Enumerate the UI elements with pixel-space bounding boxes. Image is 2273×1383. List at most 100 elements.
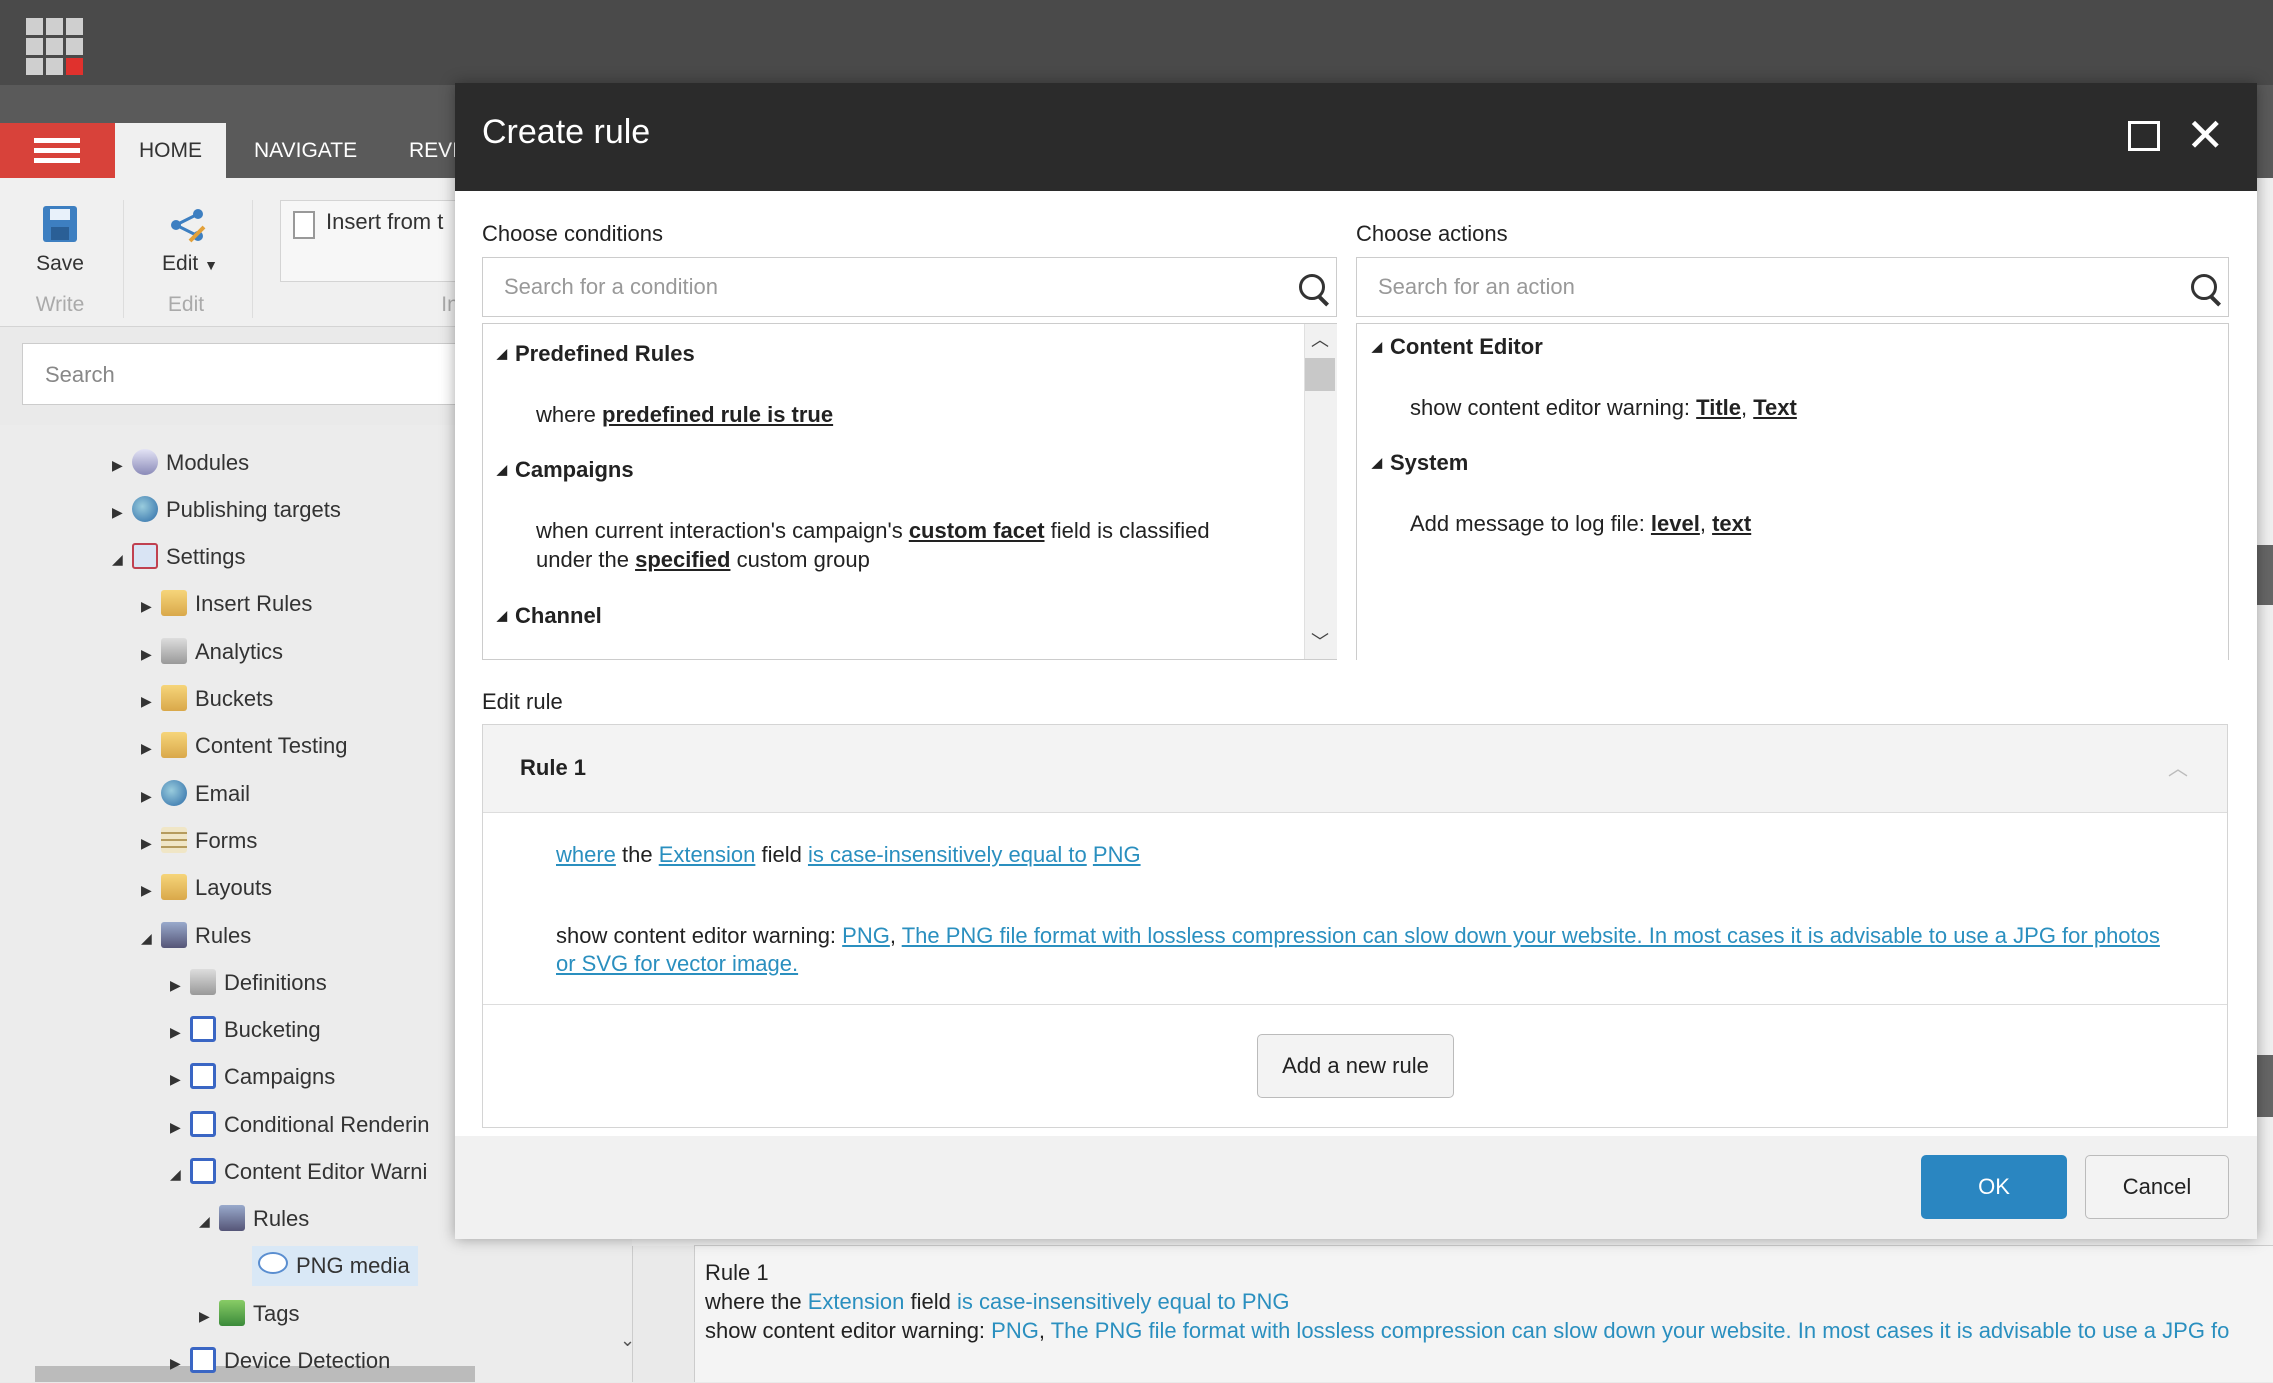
preview-link[interactable]: Extension (808, 1289, 905, 1314)
expand-icon[interactable]: ▶ (170, 1343, 190, 1383)
condition-item[interactable]: when current interaction's campaign's cu… (536, 516, 1210, 574)
tree-node-email[interactable]: ▶ Email (141, 774, 250, 814)
edit-icon[interactable] (168, 205, 208, 245)
condition-search-input[interactable]: Search for a condition (482, 257, 1337, 317)
save-button[interactable]: Save (20, 252, 100, 276)
tree-node-publishing-targets[interactable]: ▶ Publishing targets (112, 490, 341, 530)
rule-link[interactable]: PNG (1093, 842, 1141, 867)
tree-node-content-testing[interactable]: ▶ Content Testing (141, 726, 347, 766)
menu-icon[interactable] (0, 123, 115, 178)
expand-icon[interactable]: ▶ (141, 634, 161, 674)
tree-node-device-detection[interactable]: ▶ Device Detection (170, 1341, 390, 1381)
item-link[interactable]: level (1651, 511, 1700, 536)
search-icon[interactable] (2191, 274, 2217, 300)
tree-node-analytics[interactable]: ▶ Analytics (141, 632, 283, 672)
collapse-icon[interactable]: ◢ (170, 1154, 190, 1194)
preview-link[interactable]: PNG (991, 1318, 1039, 1343)
group-label: System (1390, 450, 1469, 475)
rule-link[interactable]: is case-insensitively equal to (808, 842, 1087, 867)
collapse-icon[interactable]: ◢ (112, 539, 132, 579)
condition-item[interactable]: where predefined rule is true (536, 400, 833, 429)
action-search-input[interactable]: Search for an action (1356, 257, 2229, 317)
expand-icon[interactable]: ▶ (141, 776, 161, 816)
action-item[interactable]: Add message to log file: level, text (1410, 509, 1751, 538)
tree-node-bucketing[interactable]: ▶ Bucketing (170, 1010, 321, 1050)
expand-icon[interactable]: ▶ (170, 965, 190, 1005)
expand-icon[interactable]: ▶ (141, 728, 161, 768)
expand-icon[interactable]: ▶ (170, 1107, 190, 1147)
item-text: where (536, 402, 603, 427)
add-rule-button[interactable]: Add a new rule (1257, 1034, 1454, 1098)
rule-link[interactable]: PNG (842, 923, 890, 948)
item-link[interactable]: predefined rule is true (602, 402, 833, 427)
rules-icon (161, 922, 187, 948)
tree-node-buckets[interactable]: ▶ Buckets (141, 679, 273, 719)
collapse-icon[interactable]: ◢ (199, 1201, 219, 1241)
scroll-down-icon[interactable]: ﹀ (1311, 628, 1329, 654)
item-link[interactable]: Text (1753, 395, 1797, 420)
rule-link[interactable]: The PNG file format with lossless compre… (902, 923, 2160, 948)
rule-link[interactable]: Extension (659, 842, 756, 867)
scroll-up-icon[interactable]: ︿ (1311, 326, 1329, 352)
tree-node-conditional-rendering[interactable]: ▶ Conditional Renderin (170, 1105, 429, 1145)
expand-icon[interactable]: ▶ (141, 681, 161, 721)
tree-node-definitions[interactable]: ▶ Definitions (170, 963, 327, 1003)
expand-icon[interactable]: ▶ (170, 1059, 190, 1099)
preview-link[interactable]: The PNG file format with lossless compre… (1051, 1318, 2230, 1343)
expand-icon[interactable]: ▶ (170, 1012, 190, 1052)
collapse-icon[interactable]: ◢ (141, 918, 161, 958)
expand-icon[interactable]: ▶ (199, 1296, 219, 1336)
tree-node-forms[interactable]: ▶ Forms (141, 821, 257, 861)
item-link[interactable]: text (1712, 511, 1751, 536)
action-group[interactable]: ◢ System (1372, 450, 1468, 476)
search-icon[interactable] (1299, 274, 1325, 300)
save-icon[interactable] (42, 205, 78, 243)
action-group[interactable]: ◢ Content Editor (1372, 334, 1543, 360)
insert-from-template-button[interactable]: Insert from t (280, 200, 482, 282)
edit-button[interactable]: Edit ▼ (150, 252, 230, 276)
rule-link[interactable]: or SVG for vector image. (556, 951, 798, 976)
scroll-down-icon[interactable]: ⌄ (620, 1330, 635, 1351)
preview-text: where the (705, 1289, 808, 1314)
maximize-icon[interactable] (2128, 121, 2160, 151)
tree-node-rules[interactable]: ◢ Rules (141, 916, 251, 956)
tab-navigate[interactable]: NAVIGATE (230, 123, 381, 178)
cancel-button[interactable]: Cancel (2085, 1155, 2229, 1219)
folder-icon (161, 874, 187, 900)
condition-group[interactable]: ◢ Predefined Rules (497, 341, 695, 367)
rule-link[interactable]: where (556, 842, 616, 867)
tree-search-input[interactable]: Search (22, 343, 462, 405)
expand-icon[interactable]: ▶ (112, 492, 132, 532)
scroll-thumb[interactable] (2257, 545, 2273, 605)
tree-node-modules[interactable]: ▶ Modules (112, 443, 249, 483)
collapse-icon: ◢ (1372, 339, 1382, 354)
app-grid-icon[interactable] (26, 18, 86, 78)
rule-header[interactable] (483, 725, 2227, 813)
ok-button[interactable]: OK (1921, 1155, 2067, 1219)
tree-node-layouts[interactable]: ▶ Layouts (141, 868, 272, 908)
tree-node-content-editor-warnings[interactable]: ◢ Content Editor Warni (170, 1152, 427, 1192)
tree-node-insert-rules[interactable]: ▶ Insert Rules (141, 584, 312, 624)
condition-group[interactable]: ◢ Channel (497, 603, 602, 629)
action-item[interactable]: show content editor warning: Title, Text (1410, 393, 1797, 422)
preview-text: field (904, 1289, 957, 1314)
tree-node-rules-child[interactable]: ◢ Rules (199, 1199, 309, 1239)
item-link[interactable]: Title (1696, 395, 1741, 420)
condition-group[interactable]: ◢ Campaigns (497, 457, 634, 483)
item-link[interactable]: custom facet (909, 518, 1045, 543)
tab-home[interactable]: HOME (115, 123, 226, 178)
tree-node-settings[interactable]: ◢ Settings (112, 537, 246, 577)
tree-node-png-media[interactable]: PNG media (252, 1246, 418, 1286)
close-icon[interactable]: ✕ (2186, 112, 2225, 158)
expand-icon[interactable]: ▶ (112, 445, 132, 485)
expand-icon[interactable]: ▶ (141, 586, 161, 626)
item-link[interactable]: specified (635, 547, 730, 572)
scroll-thumb[interactable] (2257, 1055, 2273, 1117)
preview-link[interactable]: is case-insensitively equal to PNG (957, 1289, 1290, 1314)
scroll-thumb[interactable] (1305, 358, 1335, 391)
expand-icon[interactable]: ▶ (141, 823, 161, 863)
tree-node-tags[interactable]: ▶ Tags (199, 1294, 299, 1334)
expand-icon[interactable]: ▶ (141, 870, 161, 910)
chevron-up-icon[interactable]: ︿ (2168, 752, 2188, 781)
tree-node-campaigns[interactable]: ▶ Campaigns (170, 1057, 335, 1097)
